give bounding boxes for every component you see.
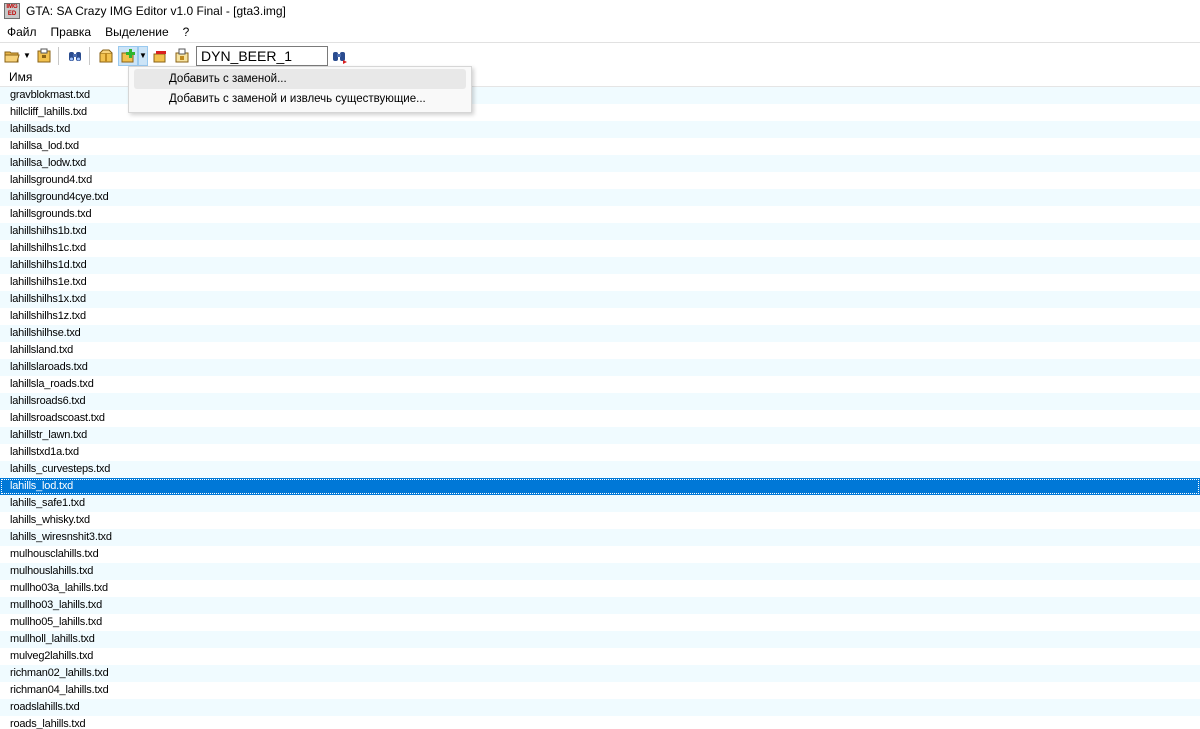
list-item[interactable]: roads_lahills.txd (0, 716, 1200, 729)
list-item[interactable]: lahillsa_lodw.txd (0, 155, 1200, 172)
binoculars-icon[interactable] (65, 46, 85, 66)
list-item[interactable]: lahillsa_lod.txd (0, 138, 1200, 155)
list-item[interactable]: lahillsland.txd (0, 342, 1200, 359)
list-item[interactable]: mulveg2lahills.txd (0, 648, 1200, 665)
list-item[interactable]: lahillsgrounds.txd (0, 206, 1200, 223)
menu-edit[interactable]: Правка (44, 22, 99, 42)
list-item[interactable]: lahillsground4.txd (0, 172, 1200, 189)
list-item[interactable]: lahillsla_roads.txd (0, 376, 1200, 393)
file-list[interactable]: Имя gravblokmast.txd hillcliff_lahills.tx… (0, 68, 1200, 729)
list-item[interactable]: lahills_safe1.txd (0, 495, 1200, 512)
list-item[interactable]: lahillstxd1a.txd (0, 444, 1200, 461)
list-item[interactable]: lahillsroads6.txd (0, 393, 1200, 410)
list-item[interactable]: mulhouslahills.txd (0, 563, 1200, 580)
list-item[interactable]: roadslahills.txd (0, 699, 1200, 716)
menu-item-add-replace[interactable]: Добавить с заменой... (134, 69, 466, 89)
list-item[interactable]: mullho03_lahills.txd (0, 597, 1200, 614)
list-item-selected[interactable]: lahills_lod.txd (0, 478, 1200, 495)
list-item[interactable]: mulhousclahills.txd (0, 546, 1200, 563)
add-dropdown-arrow-icon[interactable]: ▼ (138, 45, 148, 66)
extract-icon[interactable] (172, 46, 192, 66)
toolbar-separator (58, 46, 59, 65)
list-item[interactable]: lahillsroadscoast.txd (0, 410, 1200, 427)
list-item[interactable]: lahillshilhs1z.txd (0, 308, 1200, 325)
menu-help[interactable]: ? (176, 22, 197, 42)
search-input[interactable] (196, 45, 328, 66)
title-bar: IMG ED GTA: SA Crazy IMG Editor v1.0 Fina… (0, 0, 1200, 22)
open-folder-icon[interactable] (2, 46, 22, 66)
list-item[interactable]: mullho03a_lahills.txd (0, 580, 1200, 597)
menu-file[interactable]: Файл (0, 22, 44, 42)
add-icon[interactable] (118, 45, 138, 66)
list-item[interactable]: lahillshilhs1e.txd (0, 274, 1200, 291)
list-item[interactable]: lahillshilhs1b.txd (0, 223, 1200, 240)
list-item[interactable]: mullholl_lahills.txd (0, 631, 1200, 648)
find-next-icon[interactable] (330, 46, 350, 66)
list-item[interactable]: lahills_curvesteps.txd (0, 461, 1200, 478)
list-item[interactable]: lahillshilhse.txd (0, 325, 1200, 342)
add-dropdown-menu: Добавить с заменой... Добавить с заменой… (128, 66, 472, 113)
menu-selection[interactable]: Выделение (98, 22, 176, 42)
list-item[interactable]: lahillsads.txd (0, 121, 1200, 138)
list-item[interactable]: mullho05_lahills.txd (0, 614, 1200, 631)
menu-bar: Файл Правка Выделение ? (0, 22, 1200, 42)
app-logo-icon: IMG ED (4, 3, 20, 19)
window-title: GTA: SA Crazy IMG Editor v1.0 Final - [g… (26, 4, 286, 18)
list-item[interactable]: lahills_whisky.txd (0, 512, 1200, 529)
menu-item-add-replace-extract[interactable]: Добавить с заменой и извлечь существующи… (134, 89, 466, 109)
list-item[interactable]: richman04_lahills.txd (0, 682, 1200, 699)
file-list-rows: gravblokmast.txd hillcliff_lahills.txd lah… (0, 87, 1200, 729)
list-item[interactable]: lahillshilhs1d.txd (0, 257, 1200, 274)
list-item[interactable]: lahillshilhs1c.txd (0, 240, 1200, 257)
box-icon[interactable] (96, 46, 116, 66)
toolbar: ▼ ▼ (0, 42, 1200, 68)
remove-icon[interactable] (150, 46, 170, 66)
list-item[interactable]: richman02_lahills.txd (0, 665, 1200, 682)
open-dropdown-arrow-icon[interactable]: ▼ (22, 46, 32, 66)
list-item[interactable]: lahillstr_lawn.txd (0, 427, 1200, 444)
list-item[interactable]: lahillslaroads.txd (0, 359, 1200, 376)
list-item[interactable]: lahillsground4cye.txd (0, 189, 1200, 206)
toolbar-separator (89, 46, 90, 65)
list-item[interactable]: lahills_wiresnshit3.txd (0, 529, 1200, 546)
archive-icon[interactable] (34, 46, 54, 66)
list-item[interactable]: lahillshilhs1x.txd (0, 291, 1200, 308)
